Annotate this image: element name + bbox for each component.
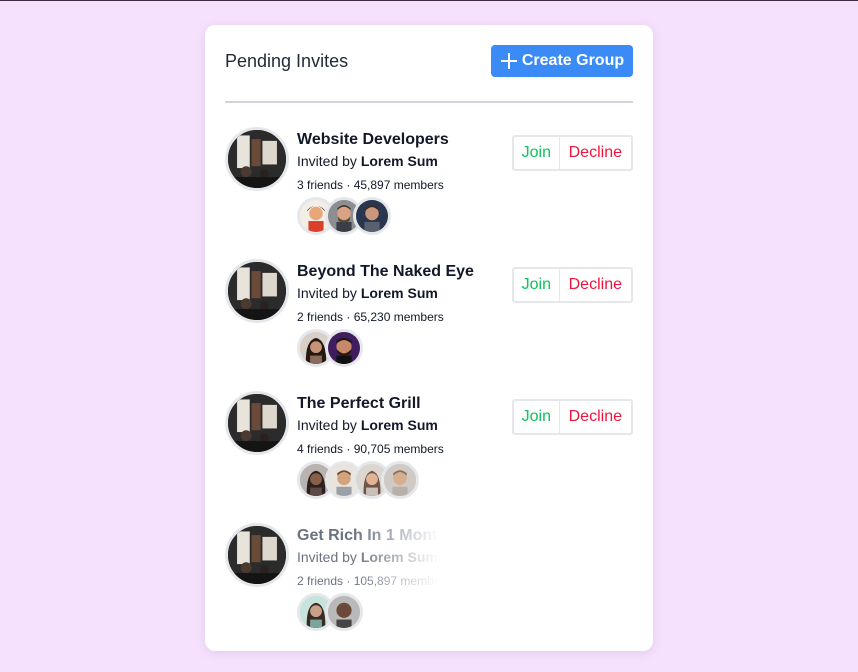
card-title: Pending Invites: [225, 50, 349, 71]
group-item: The Perfect Grill Invited by Lorem Sum 4…: [225, 391, 633, 503]
friend-avatar[interactable]: [381, 461, 419, 499]
friend-avatar[interactable]: [325, 329, 363, 367]
decline-button[interactable]: Decline: [560, 269, 631, 301]
inviter-name[interactable]: Lorem Sum: [361, 285, 438, 301]
friend-avatars: [297, 461, 419, 499]
join-button[interactable]: Join: [514, 269, 560, 301]
invite-actions: Join Decline: [512, 267, 633, 303]
group-avatar[interactable]: [225, 259, 289, 323]
group-avatar[interactable]: [225, 391, 289, 455]
group-item: Get Rich In 1 Month Invited by Lorem Sum…: [225, 523, 633, 635]
group-stats: 2 friends · 65,230 members: [297, 310, 444, 324]
inviter-name[interactable]: Lorem Sum: [361, 549, 438, 565]
group-stats: 3 friends · 45,897 members: [297, 178, 444, 192]
create-group-label: Create Group: [521, 52, 625, 69]
group-item: Beyond The Naked Eye Invited by Lorem Su…: [225, 259, 633, 371]
pending-invites-card: Pending Invites Create Group Website Dev…: [205, 25, 653, 651]
join-button[interactable]: Join: [514, 401, 560, 433]
invite-actions: Join Decline: [512, 135, 633, 171]
friend-avatar[interactable]: [325, 593, 363, 631]
card-header: Pending Invites Create Group: [225, 45, 633, 77]
decline-button[interactable]: Decline: [560, 401, 631, 433]
group-name[interactable]: Beyond The Naked Eye: [297, 263, 474, 281]
friend-avatars: [297, 329, 363, 367]
group-name[interactable]: Get Rich In 1 Month: [297, 527, 439, 545]
decline-button[interactable]: Decline: [560, 137, 631, 169]
friend-avatars: [297, 197, 391, 235]
group-name[interactable]: The Perfect Grill: [297, 395, 421, 413]
group-stats: 4 friends · 90,705 members: [297, 442, 444, 456]
inviter-name[interactable]: Lorem Sum: [361, 153, 438, 169]
friend-avatars: [297, 593, 363, 631]
group-avatar[interactable]: [225, 127, 289, 191]
invited-by: Invited by Lorem Sum: [297, 549, 438, 565]
invited-by: Invited by Lorem Sum: [297, 285, 438, 301]
group-name[interactable]: Website Developers: [297, 131, 449, 149]
invite-actions: Join Decline: [512, 399, 633, 435]
invited-by: Invited by Lorem Sum: [297, 153, 438, 169]
group-avatar[interactable]: [225, 523, 289, 587]
plus-icon: [500, 53, 517, 69]
friend-avatar[interactable]: [353, 197, 391, 235]
create-group-button[interactable]: Create Group: [491, 45, 633, 77]
group-stats: 2 friends · 105,897 members: [297, 574, 439, 588]
inviter-name[interactable]: Lorem Sum: [361, 417, 438, 433]
join-button[interactable]: Join: [514, 137, 560, 169]
group-item: Website Developers Invited by Lorem Sum …: [225, 127, 633, 239]
invited-by: Invited by Lorem Sum: [297, 417, 438, 433]
header-divider: [225, 101, 633, 103]
